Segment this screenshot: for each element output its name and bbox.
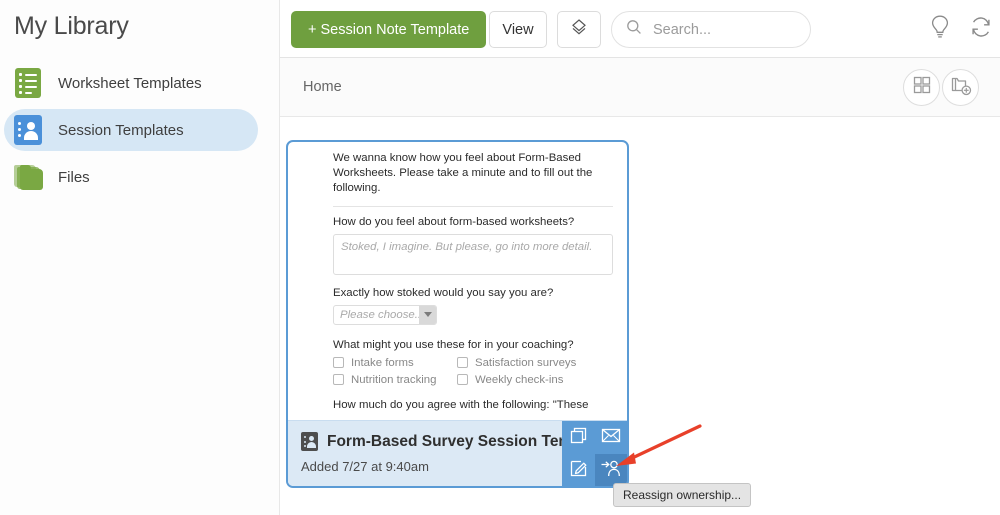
search-input[interactable] [651,20,801,39]
page-title: My Library [14,12,129,40]
card-action-panel [562,421,628,486]
preview-checkbox-label: Nutrition tracking [351,373,437,386]
checkbox-icon [457,374,468,386]
pencil-square-icon [569,459,588,483]
app-root: My Library Worksheet Templates Session T… [0,0,1000,515]
grid-view-icon [912,75,932,100]
chevron-down-icon [419,305,436,324]
card-subtitle: Added 7/27 at 9:40am [301,459,429,474]
card-title: Form-Based Survey Session Temp [327,432,582,450]
preview-question-2-select: Please choose... [333,304,437,325]
sort-diamond-icon [569,17,589,42]
folder-icon [12,161,44,193]
person-card-icon [301,432,318,451]
card-footer: Form-Based Survey Session Temp Added 7/2… [288,420,627,486]
sync-button[interactable] [963,11,999,47]
checkbox-icon [333,357,344,369]
sidebar-item-files[interactable]: Files [4,156,258,198]
preview-divider [333,205,613,207]
person-card-icon [12,114,44,146]
email-button[interactable] [595,421,628,454]
preview-checkbox-label: Weekly check-ins [475,373,564,386]
preview-checkbox-item: Intake forms [333,357,457,369]
breadcrumb-bar: Home [280,58,1000,117]
checkbox-icon [333,374,344,386]
preview-question-4-label: How much do you agree with the following… [333,398,589,411]
session-template-card[interactable]: We wanna know how you feel about Form-Ba… [286,140,629,488]
checkbox-icon [457,357,468,369]
sidebar-item-session-templates[interactable]: Session Templates [4,109,258,151]
lightbulb-icon [928,14,952,45]
new-folder-icon [950,74,972,101]
preview-checkbox-label: Satisfaction surveys [475,356,577,369]
sidebar-item-label: Session Templates [58,121,184,139]
duplicate-button[interactable] [562,421,595,454]
preview-intro-text: We wanna know how you feel about Form-Ba… [333,152,593,195]
preview-question-1-label: How do you feel about form-based workshe… [333,215,575,228]
card-title-row: Form-Based Survey Session Temp [301,432,582,451]
preview-checkbox-item: Satisfaction surveys [457,357,613,369]
copy-icon [569,426,588,450]
grid-view-button[interactable] [903,69,940,106]
preview-checkbox-item: Weekly check-ins [457,374,613,386]
sidebar-item-label: Worksheet Templates [58,74,202,92]
view-button[interactable]: View [489,11,547,48]
new-folder-button[interactable] [942,69,979,106]
top-toolbar: + Session Note Template View [280,0,1000,58]
preview-question-2-label: Exactly how stoked would you say you are… [333,286,554,299]
preview-checkbox-group: Intake forms Satisfaction surveys Nutrit… [333,357,613,386]
list-icon [12,67,44,99]
edit-button[interactable] [562,454,595,486]
search-box[interactable] [611,11,811,48]
preview-checkbox-item: Nutrition tracking [333,374,457,386]
sort-button[interactable] [557,11,601,48]
sidebar-item-worksheet-templates[interactable]: Worksheet Templates [4,62,258,104]
tooltip: Reassign ownership... [613,483,752,507]
reassign-person-icon [600,459,621,483]
add-session-note-template-button[interactable]: + Session Note Template [291,11,487,48]
sidebar-item-label: Files [58,168,90,186]
card-preview: We wanna know how you feel about Form-Ba… [288,142,627,422]
sync-icon [968,15,994,44]
lightbulb-button[interactable] [922,11,958,47]
breadcrumb[interactable]: Home [303,79,342,95]
preview-question-1-textarea: Stoked, I imagine. But please, go into m… [333,233,613,275]
preview-question-3-label: What might you use these for in your coa… [333,338,574,351]
sidebar: My Library Worksheet Templates Session T… [0,0,280,515]
search-icon [626,19,642,40]
envelope-icon [601,427,621,449]
preview-select-value: Please choose... [340,308,425,321]
preview-checkbox-label: Intake forms [351,356,414,369]
